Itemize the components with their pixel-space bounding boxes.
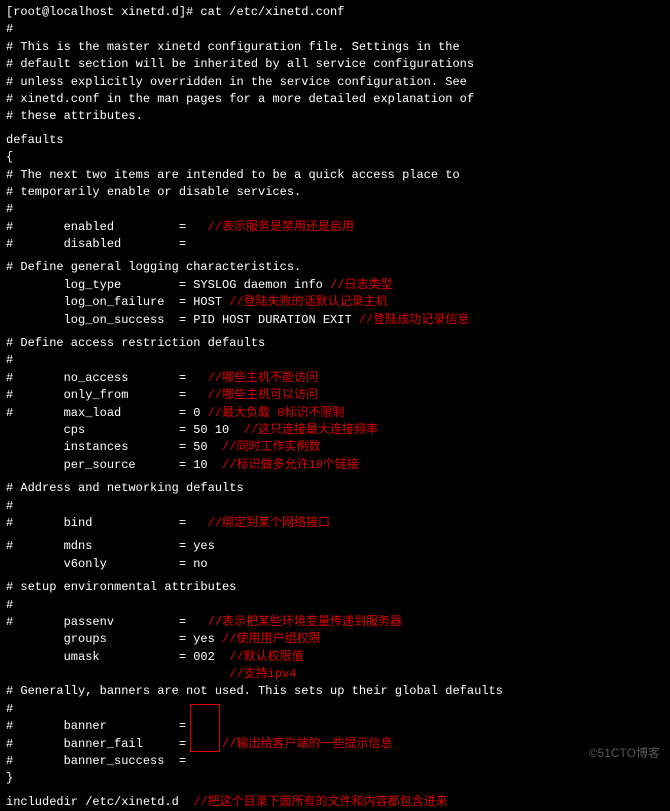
log-succ-text: log_on_success = PID HOST DURATION EXIT [6,313,352,327]
ipv4-annotation: //支持ipv4 [6,667,296,681]
per-source-annotation: //标识做多允许10个链接 [222,458,359,472]
log-type-line: log_type = SYSLOG daemon info //日志类型 [6,277,664,294]
cfg-line: # [6,21,664,38]
no-access-annotation: //哪些主机不能访问 [208,371,318,385]
banner-header: # Generally, banners are not used. This … [6,683,664,700]
cfg-line: # [6,201,664,218]
mdns-line: # mdns = yes [6,538,664,555]
defaults-keyword: defaults [6,132,664,149]
instances-line: instances = 50 //同时工作实例数 [6,439,664,456]
cps-annotation: //这只连接最大连接频率 [244,423,378,437]
no-access-line: # no_access = //哪些主机不能访问 [6,370,664,387]
env-header: # setup environmental attributes [6,579,664,596]
access-header: # Define access restriction defaults [6,335,664,352]
cfg-line: # temporarily enable or disable services… [6,184,664,201]
max-load-annotation: //最大负载 0标识不限制 [208,406,345,420]
cfg-line: # default section will be inherited by a… [6,56,664,73]
only-from-text: # only_from = [6,388,186,402]
instances-text: instances = 50 [6,440,222,454]
includedir-text: includedir /etc/xinetd.d [6,795,193,809]
passenv-annotation: //表示把某些环境变量传递到服务器 [208,615,402,629]
log-type-annotation: //日志类型 [330,278,392,292]
only-from-annotation: //哪些主机可以访问 [208,388,318,402]
per-source-text: per_source = 10 [6,458,222,472]
cfg-line: # The next two items are intended to be … [6,167,664,184]
bind-annotation: //绑定到某个网络接口 [208,516,330,530]
ipv4-annotation-line: //支持ipv4 [6,666,664,683]
bind-text: # bind = [6,516,186,530]
disabled-line: # disabled = [6,236,664,253]
hash-line: # [6,498,664,515]
umask-annotation: //默认权限值 [229,650,303,664]
includedir-annotation: //把这个目录下面所有的文件和内容都包含进来 [193,795,447,809]
banner-fail-line: # banner_fail = //输出给客户端的一些提示信息 [6,736,664,753]
log-type-text: log_type = SYSLOG daemon info [6,278,330,292]
no-access-text: # no_access = [6,371,186,385]
hash-line: # [6,701,664,718]
groups-text: groups = yes [6,632,222,646]
cps-line: cps = 50 10 //这只连接最大连接频率 [6,422,664,439]
banner-annotation: //输出给客户端的一些提示信息 [222,737,392,751]
brace-close: } [6,770,664,787]
log-header: # Define general logging characteristics… [6,259,664,276]
enabled-line: # enabled = //表示服务是禁用还是启用 [6,219,664,236]
log-succ-line: log_on_success = PID HOST DURATION EXIT … [6,312,664,329]
hash-line: # [6,352,664,369]
net-header: # Address and networking defaults [6,480,664,497]
shell-prompt: [root@localhost xinetd.d]# cat /etc/xine… [6,4,664,21]
umask-text: umask = 002 [6,650,229,664]
cfg-line: # unless explicitly overridden in the se… [6,74,664,91]
v6only-line: v6only = no [6,556,664,573]
enabled-text: # enabled = [6,220,186,234]
umask-line: umask = 002 //默认权限值 [6,649,664,666]
bind-line: # bind = //绑定到某个网络接口 [6,515,664,532]
log-fail-line: log_on_failure = HOST //登陆失败的话默认记录主机 [6,294,664,311]
log-fail-text: log_on_failure = HOST [6,295,229,309]
cps-text: cps = 50 10 [6,423,244,437]
log-succ-annotation: //登陆成功记录信息 [352,313,470,327]
banner-line: # banner = [6,718,664,735]
brace-open: { [6,149,664,166]
enabled-annotation: //表示服务是禁用还是启用 [208,220,354,234]
cfg-line: # This is the master xinetd configuratio… [6,39,664,56]
hash-line: # [6,597,664,614]
log-fail-annotation: //登陆失败的话默认记录主机 [229,295,387,309]
banner-fail-text: # banner_fail = [6,737,186,751]
passenv-line: # passenv = //表示把某些环境变量传递到服务器 [6,614,664,631]
banner-success-line: # banner_success = [6,753,664,770]
only-from-line: # only_from = //哪些主机可以访问 [6,387,664,404]
includedir-line: includedir /etc/xinetd.d //把这个目录下面所有的文件和… [6,794,664,811]
groups-line: groups = yes //使用用户组权限 [6,631,664,648]
passenv-text: # passenv = [6,615,186,629]
instances-annotation: //同时工作实例数 [222,440,320,454]
max-load-text: # max_load = 0 [6,406,208,420]
max-load-line: # max_load = 0 //最大负载 0标识不限制 [6,405,664,422]
watermark-label: ©51CTO博客 [589,745,660,762]
groups-annotation: //使用用户组权限 [222,632,320,646]
cfg-line: # xinetd.conf in the man pages for a mor… [6,91,664,108]
cfg-line: # these attributes. [6,108,664,125]
per-source-line: per_source = 10 //标识做多允许10个链接 [6,457,664,474]
